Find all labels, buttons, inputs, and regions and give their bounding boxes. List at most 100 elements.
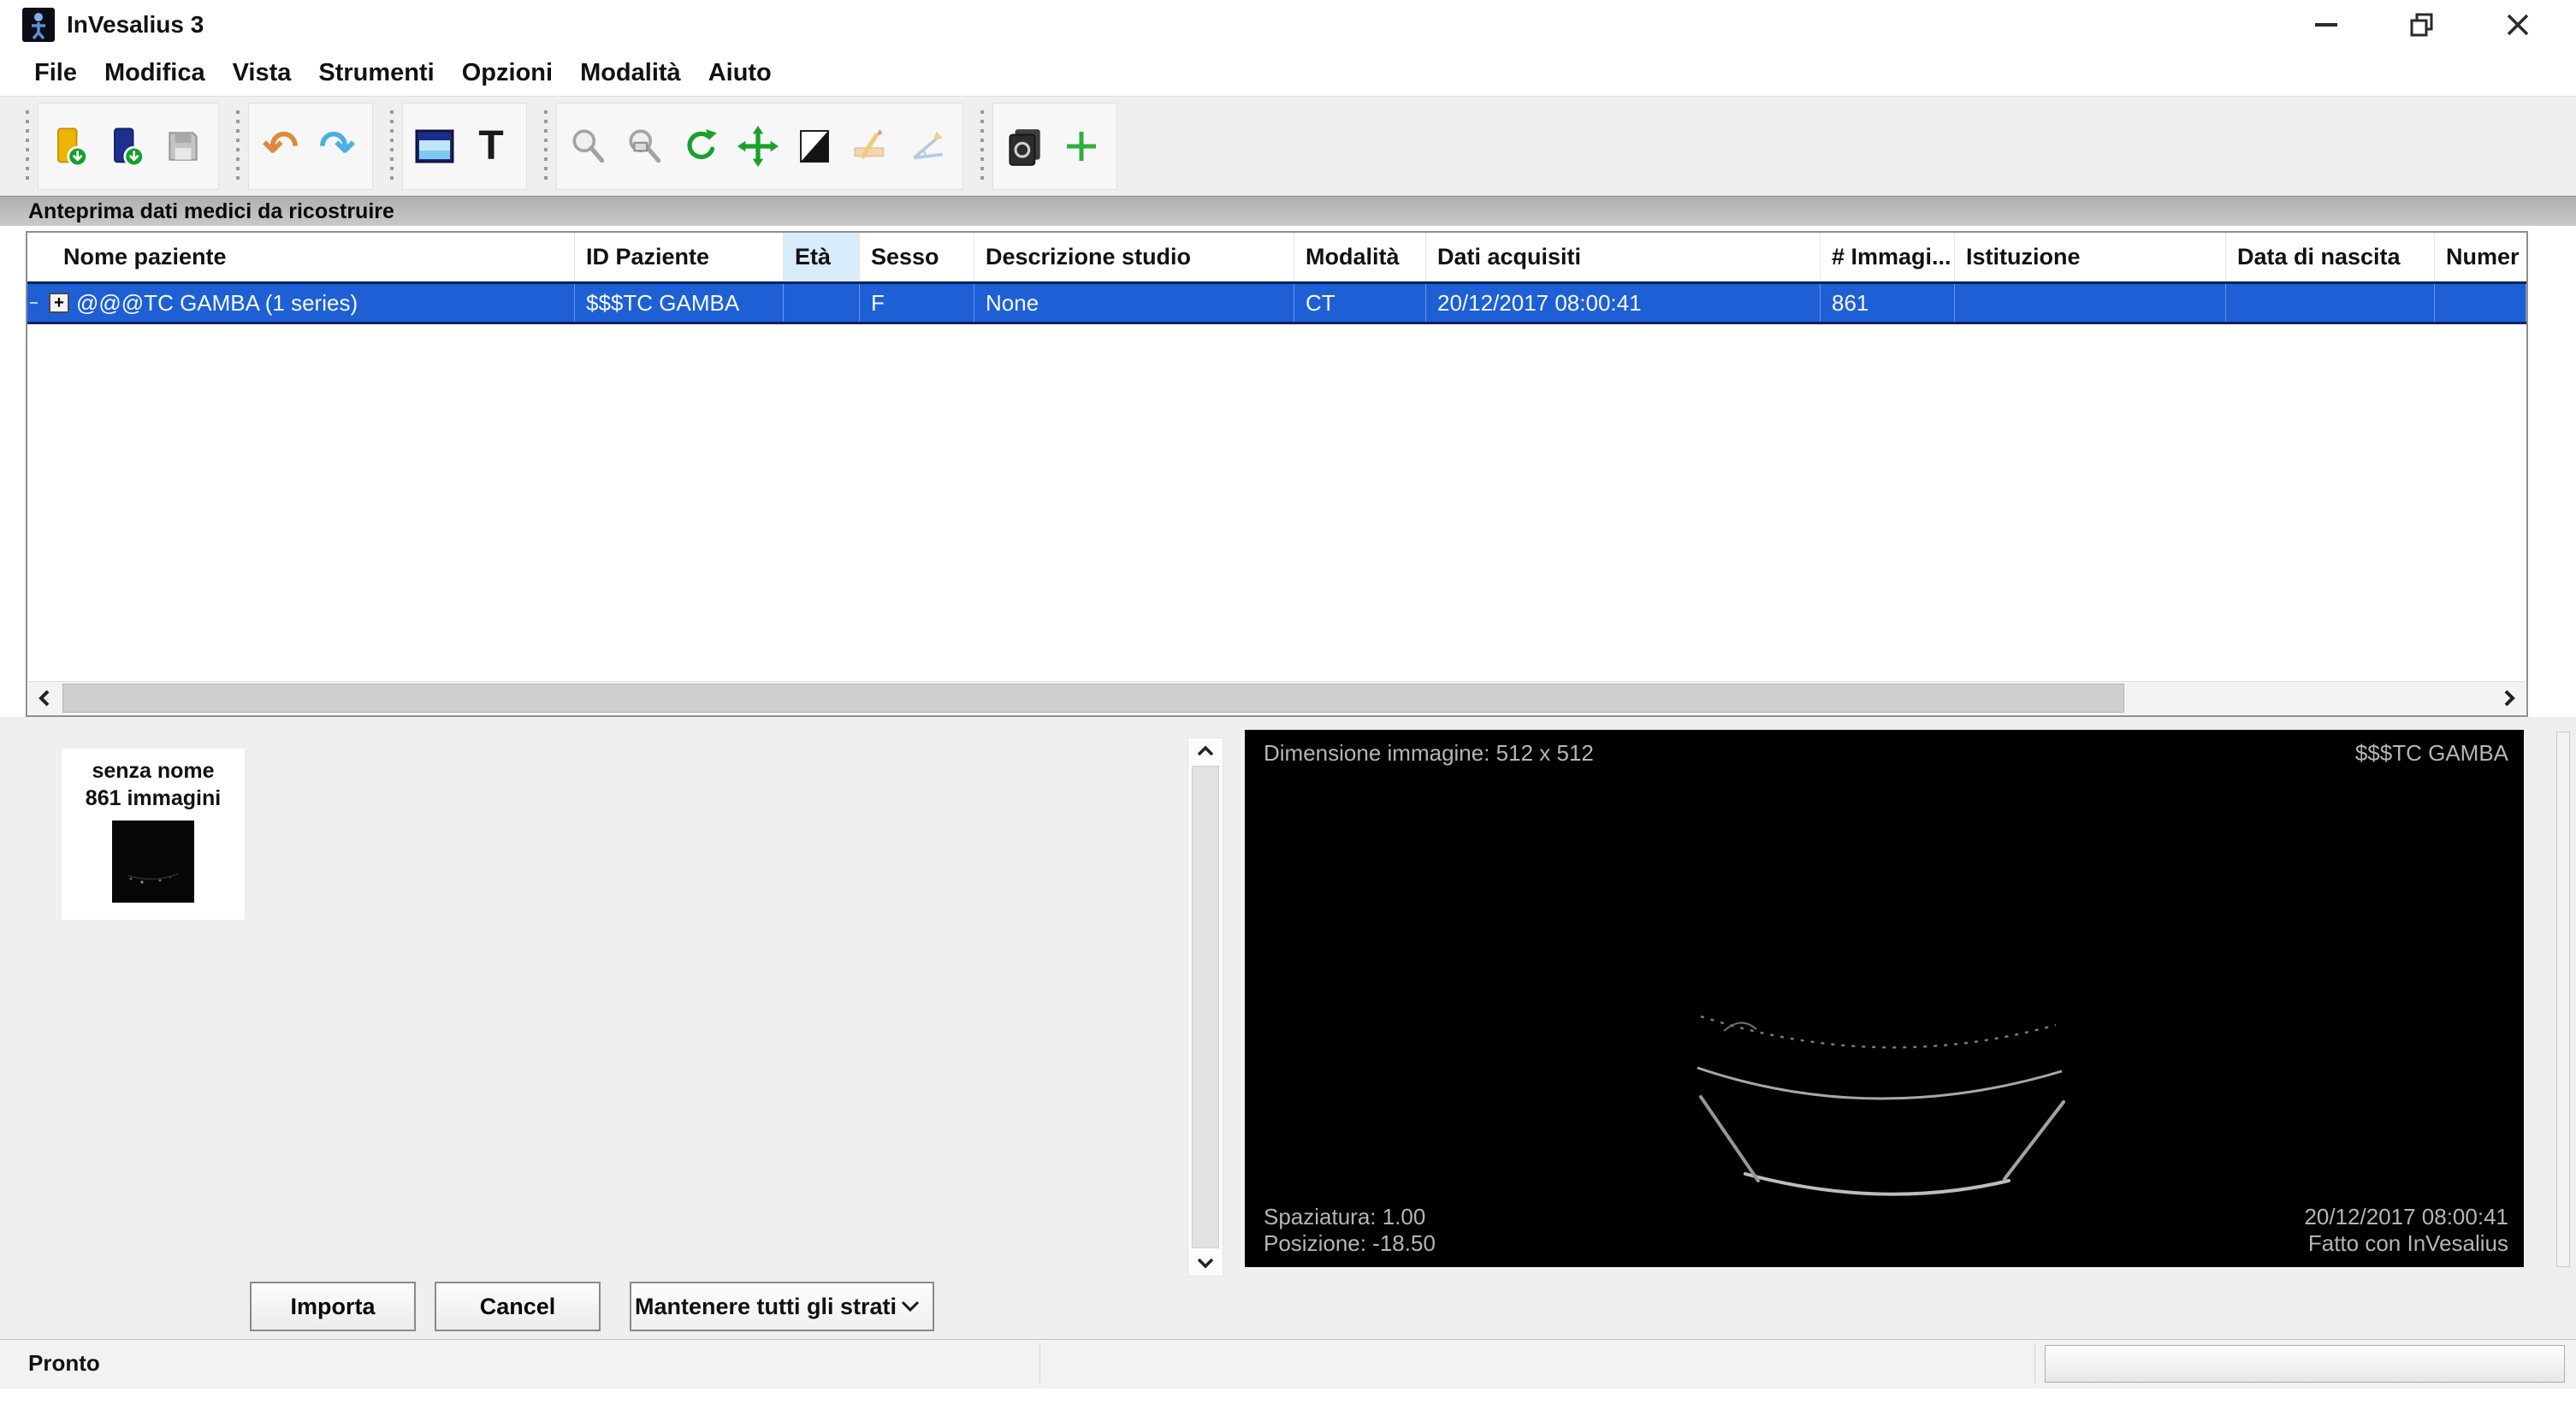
zoom-select-button[interactable] xyxy=(617,107,673,186)
zoom-select-icon xyxy=(625,126,666,167)
save-project-button[interactable] xyxy=(155,107,211,186)
contrast-button[interactable] xyxy=(786,107,843,186)
scroll-right-button[interactable] xyxy=(2493,682,2526,714)
menu-bar: File Modifica Vista Strumenti Opzioni Mo… xyxy=(0,50,2576,96)
measure-line-button[interactable] xyxy=(843,107,899,186)
preview-datetime-label: 20/12/2017 08:00:41 xyxy=(2304,1204,2508,1230)
scroll-up-button[interactable] xyxy=(1188,738,1223,764)
import-button[interactable]: Importa xyxy=(250,1282,416,1331)
import-dicom-button[interactable] xyxy=(42,107,98,186)
window-layout-button[interactable] xyxy=(406,107,463,186)
minimize-button[interactable] xyxy=(2302,3,2350,47)
table-header-row: Nome paziente ID Paziente Età Sesso Desc… xyxy=(27,233,2526,281)
column-header-nome-paziente[interactable]: Nome paziente xyxy=(27,233,575,281)
series-thumbnail-image[interactable] xyxy=(112,821,194,903)
horizontal-scroll-thumb[interactable] xyxy=(62,684,2124,713)
keep-slices-dropdown[interactable]: Mantenere tutti gli strati xyxy=(630,1282,934,1331)
column-header-modalita[interactable]: Modalità xyxy=(1294,233,1426,281)
patient-table: Nome paziente ID Paziente Età Sesso Desc… xyxy=(26,231,2528,717)
add-plus-icon xyxy=(1062,127,1101,166)
toolbar-grip[interactable] xyxy=(387,110,397,182)
toolbar-grip[interactable] xyxy=(541,110,551,182)
column-header-numero[interactable]: Numer xyxy=(2435,233,2526,281)
status-separator xyxy=(1039,1343,1040,1383)
import-project-button[interactable] xyxy=(98,107,155,186)
preview-scrollbar[interactable] xyxy=(2556,732,2570,1267)
menu-modifica[interactable]: Modifica xyxy=(91,56,219,91)
ct-slice-render xyxy=(1245,730,2524,1267)
title-bar: InVesalius 3 xyxy=(0,0,2576,50)
toolbar-grip[interactable] xyxy=(233,110,243,182)
restore-button[interactable] xyxy=(2398,3,2446,47)
pan-button[interactable] xyxy=(730,107,786,186)
preview-made-with-label: Fatto con InVesalius xyxy=(2304,1230,2508,1257)
zoom-button[interactable] xyxy=(560,107,617,186)
column-header-id-paziente[interactable]: ID Paziente xyxy=(575,233,784,281)
dicom-preview-viewport[interactable]: Dimensione immagine: 512 x 512 $$$TC GAM… xyxy=(1245,730,2524,1267)
cell-immagini: 861 xyxy=(1821,284,1955,322)
chevron-down-icon xyxy=(900,1300,921,1313)
column-header-istituzione[interactable]: Istituzione xyxy=(1955,233,2226,281)
toolbar-group-layout: T xyxy=(402,103,527,190)
preview-image-size-label: Dimensione immagine: 512 x 512 xyxy=(1264,740,1594,767)
cell-descrizione-studio: None xyxy=(974,284,1294,322)
window-title: InVesalius 3 xyxy=(67,11,204,39)
toolbar-group-slices xyxy=(992,103,1117,190)
window-layout-icon xyxy=(414,128,455,164)
column-header-data-di-nascita[interactable]: Data di nascita xyxy=(2226,233,2435,281)
rotate-icon xyxy=(681,126,722,167)
slices-icon xyxy=(1004,126,1045,167)
series-title: senza nome xyxy=(62,757,245,785)
toolbar-grip[interactable] xyxy=(977,110,987,182)
series-thumbnail-card[interactable]: senza nome 861 immagini xyxy=(62,749,245,920)
preview-position-label: Posizione: -18.50 xyxy=(1264,1230,1436,1257)
toolbar-group-file xyxy=(38,103,219,190)
patient-name-text: @@@TC GAMBA (1 series) xyxy=(76,290,358,317)
section-caption: Anteprima dati medici da ricostruire xyxy=(0,196,2576,226)
menu-vista[interactable]: Vista xyxy=(219,56,305,91)
cell-dati-acquisiti: 20/12/2017 08:00:41 xyxy=(1426,284,1821,322)
preview-patient-label: $$$TC GAMBA xyxy=(2355,740,2508,767)
column-header-immagini[interactable]: # Immagi... xyxy=(1821,233,1955,281)
text-overlay-button[interactable]: T xyxy=(463,107,519,186)
import-dicom-icon xyxy=(49,125,92,168)
column-header-eta[interactable]: Età xyxy=(784,233,860,281)
close-button[interactable] xyxy=(2494,3,2542,47)
status-text: Pronto xyxy=(28,1350,100,1377)
scroll-left-button[interactable] xyxy=(28,682,61,714)
horizontal-scrollbar[interactable] xyxy=(28,681,2526,714)
slices-button[interactable] xyxy=(997,107,1053,186)
preview-datetime-credit: 20/12/2017 08:00:41 Fatto con InVesalius xyxy=(2304,1204,2508,1257)
menu-modalita[interactable]: Modalità xyxy=(566,56,695,91)
redo-button[interactable]: ↷ xyxy=(309,107,365,186)
vertical-scroll-thumb[interactable] xyxy=(1192,766,1219,1248)
add-plus-button[interactable] xyxy=(1053,107,1110,186)
scroll-down-icon xyxy=(1196,1257,1215,1269)
rotate-button[interactable] xyxy=(673,107,730,186)
toolbar-grip[interactable] xyxy=(22,110,33,182)
import-project-icon xyxy=(105,125,148,168)
menu-opzioni[interactable]: Opzioni xyxy=(448,56,566,91)
zoom-icon xyxy=(568,126,609,167)
cancel-button[interactable]: Cancel xyxy=(435,1282,601,1331)
table-row-selected[interactable]: + @@@TC GAMBA (1 series) $$$TC GAMBA F N… xyxy=(27,281,2526,324)
menu-strumenti[interactable]: Strumenti xyxy=(305,56,447,91)
menu-file[interactable]: File xyxy=(21,56,91,91)
column-header-sesso[interactable]: Sesso xyxy=(860,233,974,281)
progress-gauge xyxy=(2045,1345,2565,1383)
toolbar: ↶ ↷ T xyxy=(0,96,2576,196)
status-bar: Pronto xyxy=(0,1339,2576,1389)
cell-modalita: CT xyxy=(1294,284,1426,322)
tree-expander-button[interactable]: + xyxy=(49,293,69,313)
thumbnail-vertical-scrollbar[interactable] xyxy=(1187,738,1223,1277)
keep-slices-selected-value: Mantenere tutti gli strati xyxy=(631,1294,900,1320)
column-header-dati-acquisiti[interactable]: Dati acquisiti xyxy=(1426,233,1821,281)
column-header-descrizione-studio[interactable]: Descrizione studio xyxy=(974,233,1294,281)
cell-eta xyxy=(784,284,860,322)
scroll-down-button[interactable] xyxy=(1188,1250,1223,1276)
tree-connector xyxy=(30,302,38,304)
measure-angle-button[interactable] xyxy=(899,107,956,186)
status-separator xyxy=(2034,1343,2035,1383)
menu-aiuto[interactable]: Aiuto xyxy=(695,56,785,91)
undo-button[interactable]: ↶ xyxy=(252,107,309,186)
